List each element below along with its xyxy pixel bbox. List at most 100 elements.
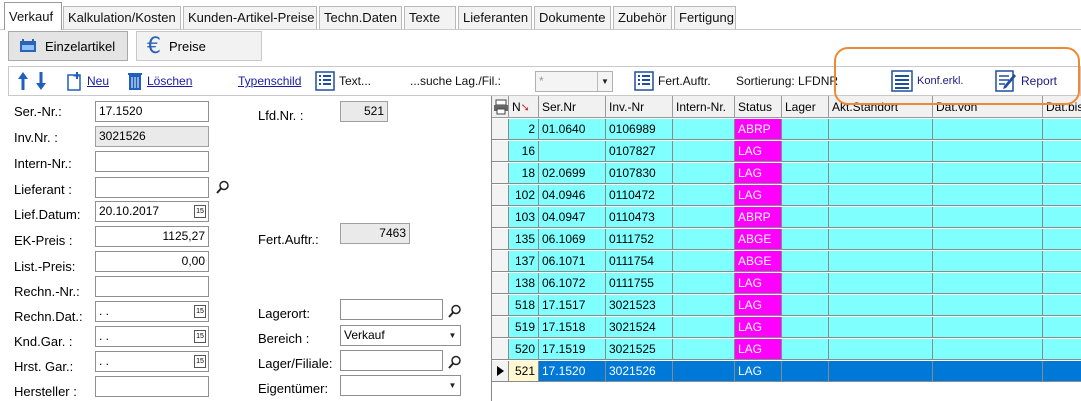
grid-cell-von[interactable]: [933, 207, 1043, 228]
bereich-select[interactable]: Verkauf ▼: [340, 325, 461, 346]
grid-cell-bis[interactable]: [1043, 207, 1081, 228]
arrow-up-icon[interactable]: [17, 67, 29, 95]
grid-cell-status[interactable]: ABRP: [735, 207, 782, 228]
calendar-picker-icon[interactable]: 15: [194, 305, 206, 318]
grid-cell-standort[interactable]: [829, 339, 933, 360]
grid-cell-lager[interactable]: [782, 229, 829, 250]
grid-cell-inv[interactable]: 0107827: [606, 141, 673, 162]
col-header-lager[interactable]: Lager: [782, 96, 829, 118]
grid-cell-status[interactable]: ABGE: [735, 229, 782, 250]
grid-cell-status[interactable]: ABRP: [735, 119, 782, 140]
ser-nr-field[interactable]: 17.1520: [95, 101, 209, 122]
tab-techn-daten[interactable]: Techn.Daten: [319, 6, 402, 29]
konf-erkl-button[interactable]: Konf.erkl.: [891, 67, 963, 95]
grid-cell-lager[interactable]: [782, 141, 829, 162]
delete-button[interactable]: Löschen: [127, 67, 192, 95]
hrst-gar-field[interactable]: . . 15: [95, 351, 209, 372]
grid-cell-ser[interactable]: 02.0699: [539, 163, 606, 184]
grid-cell-ser[interactable]: 04.0947: [539, 207, 606, 228]
grid-cell-bis[interactable]: [1043, 185, 1081, 206]
grid-cell-bis[interactable]: [1043, 141, 1081, 162]
grid-cell-bis[interactable]: [1043, 163, 1081, 184]
row-selector[interactable]: [492, 163, 509, 184]
grid-cell-lager[interactable]: [782, 163, 829, 184]
calendar-picker-icon[interactable]: 15: [194, 355, 206, 368]
typenschild-link[interactable]: Typenschild: [238, 67, 301, 95]
grid-cell-n[interactable]: 135: [509, 229, 539, 250]
fert-auftr-field[interactable]: 7463: [340, 223, 410, 244]
grid-cell-n[interactable]: 16: [509, 141, 539, 162]
grid-cell-bis[interactable]: [1043, 361, 1081, 382]
grid-cell-inv[interactable]: 0110473: [606, 207, 673, 228]
grid-cell-standort[interactable]: [829, 119, 933, 140]
grid-cell-status[interactable]: LAG: [735, 141, 782, 162]
col-header-akt-standort[interactable]: Akt.Standort: [829, 96, 933, 118]
grid-cell-standort[interactable]: [829, 295, 933, 316]
row-selector[interactable]: [492, 141, 509, 162]
col-header-status[interactable]: Status: [735, 96, 782, 118]
grid-cell-lager[interactable]: [782, 339, 829, 360]
grid-cell-lager[interactable]: [782, 119, 829, 140]
grid-cell-inv[interactable]: 0107830: [606, 163, 673, 184]
grid-cell-lager[interactable]: [782, 273, 829, 294]
grid-cell-n[interactable]: 102: [509, 185, 539, 206]
col-header-inv-nr[interactable]: Inv.-Nr: [606, 96, 673, 118]
grid-cell-ser[interactable]: 01.0640: [539, 119, 606, 140]
new-button[interactable]: Neu: [67, 67, 109, 95]
grid-cell-ser[interactable]: 17.1519: [539, 339, 606, 360]
text-button[interactable]: Text...: [315, 67, 371, 95]
grid-cell-inv[interactable]: 3021523: [606, 295, 673, 316]
grid-cell-status[interactable]: LAG: [735, 339, 782, 360]
grid-cell-intern[interactable]: [673, 229, 735, 250]
grid-cell-standort[interactable]: [829, 185, 933, 206]
grid-cell-status[interactable]: LAG: [735, 185, 782, 206]
grid-cell-lager[interactable]: [782, 251, 829, 272]
grid-print-corner[interactable]: [492, 96, 509, 118]
grid-cell-n[interactable]: 18: [509, 163, 539, 184]
col-header-intern-nr[interactable]: Intern-Nr.: [673, 96, 735, 118]
grid-cell-bis[interactable]: [1043, 339, 1081, 360]
grid-cell-intern[interactable]: [673, 141, 735, 162]
fert-auftr-button[interactable]: Fert.Auftr.: [634, 67, 711, 95]
report-button[interactable]: Report: [995, 67, 1057, 95]
grid-cell-bis[interactable]: [1043, 317, 1081, 338]
grid-cell-ser[interactable]: 04.0946: [539, 185, 606, 206]
grid-cell-status[interactable]: LAG: [735, 361, 782, 382]
grid-cell-ser[interactable]: 06.1069: [539, 229, 606, 250]
grid-cell-von[interactable]: [933, 361, 1043, 382]
grid-cell-von[interactable]: [933, 163, 1043, 184]
eigentuemer-select[interactable]: ▼: [340, 375, 461, 396]
grid-cell-von[interactable]: [933, 295, 1043, 316]
row-selector[interactable]: [492, 185, 509, 206]
tab-verkauf[interactable]: Verkauf: [4, 2, 62, 30]
suche-button[interactable]: ...suche: [410, 67, 452, 95]
grid-cell-intern[interactable]: [673, 317, 735, 338]
lief-datum-field[interactable]: 20.10.2017 15: [95, 201, 209, 222]
grid-cell-von[interactable]: [933, 273, 1043, 294]
tab-texte[interactable]: Texte: [404, 6, 456, 29]
grid-cell-standort[interactable]: [829, 273, 933, 294]
grid-cell-ser[interactable]: 06.1071: [539, 251, 606, 272]
grid-cell-standort[interactable]: [829, 317, 933, 338]
grid-cell-inv[interactable]: 3021524: [606, 317, 673, 338]
grid-cell-n[interactable]: 520: [509, 339, 539, 360]
grid-cell-intern[interactable]: [673, 207, 735, 228]
tab-dokumente[interactable]: Dokumente: [534, 6, 611, 29]
grid-cell-inv[interactable]: 0110472: [606, 185, 673, 206]
calendar-picker-icon[interactable]: 15: [194, 205, 206, 218]
grid-cell-status[interactable]: LAG: [735, 317, 782, 338]
grid-cell-lager[interactable]: [782, 361, 829, 382]
grid-cell-intern[interactable]: [673, 251, 735, 272]
row-selector[interactable]: [492, 361, 509, 382]
grid-cell-intern[interactable]: [673, 339, 735, 360]
grid-cell-intern[interactable]: [673, 361, 735, 382]
row-selector[interactable]: [492, 317, 509, 338]
grid-cell-ser[interactable]: 06.1072: [539, 273, 606, 294]
grid-cell-n[interactable]: 519: [509, 317, 539, 338]
arrow-down-icon[interactable]: [35, 67, 47, 95]
grid-cell-lager[interactable]: [782, 207, 829, 228]
col-header-n[interactable]: N➘: [509, 96, 539, 118]
grid-cell-inv[interactable]: 0111755: [606, 273, 673, 294]
grid-cell-von[interactable]: [933, 229, 1043, 250]
grid-cell-ser[interactable]: 17.1520: [539, 361, 606, 382]
